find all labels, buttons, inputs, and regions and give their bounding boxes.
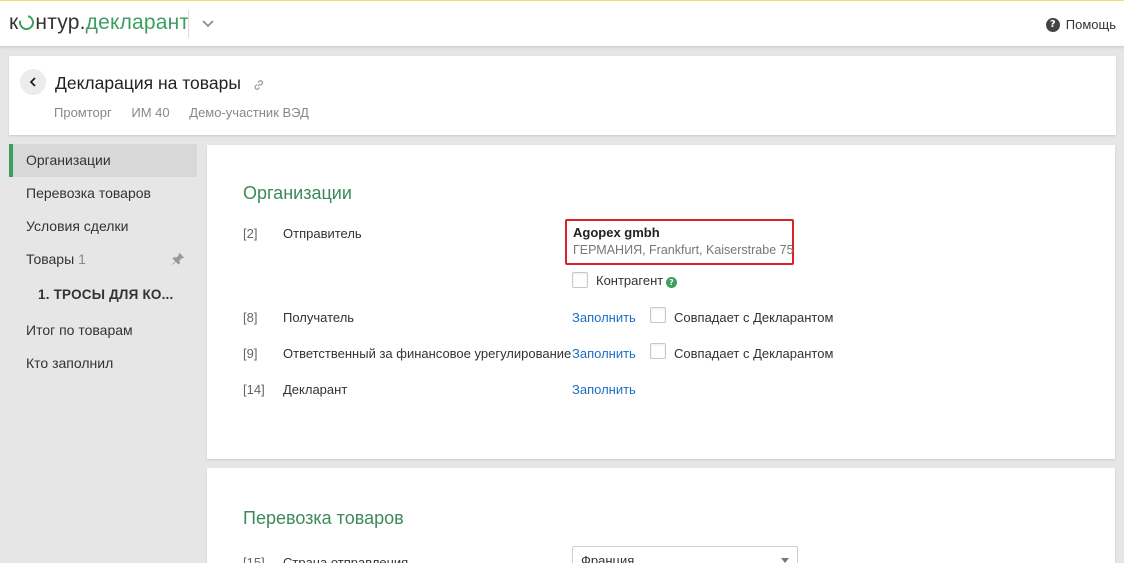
field-label: Декларант <box>283 382 348 397</box>
financial-fill-link[interactable]: Заполнить <box>572 346 636 361</box>
field-number: [14] <box>243 382 265 397</box>
field-number: [2] <box>243 226 258 241</box>
sidebar-item-organizations[interactable]: Организации <box>9 144 197 177</box>
breadcrumb: Промторг ИМ 40 Демо-участник ВЭД <box>54 105 325 120</box>
sender-address: ГЕРМАНИЯ, Frankfurt, Kaiserstrabe 75 <box>573 243 794 257</box>
sidebar-item-good-1[interactable]: 1. ТРОСЫ ДЛЯ КО... <box>9 276 197 314</box>
page-title: Декларация на товары <box>55 73 241 93</box>
sidebar-item-goods-total[interactable]: Итог по товарам <box>9 314 197 347</box>
section-title: Организации <box>243 183 352 203</box>
organizations-section: Организации [2] Отправитель Agopex gmbh … <box>207 145 1115 459</box>
goods-count: 1 <box>78 251 86 267</box>
field-label: Ответственный за финансовое урегулирован… <box>283 346 572 361</box>
financial-same-checkbox[interactable] <box>650 343 666 359</box>
link-icon[interactable] <box>252 78 266 92</box>
logo-divider <box>188 10 189 38</box>
receiver-same-checkbox[interactable] <box>650 307 666 323</box>
field-label: Получатель <box>283 310 355 325</box>
declarant-fill-link[interactable]: Заполнить <box>572 382 636 397</box>
pin-icon[interactable] <box>171 252 185 266</box>
declaration-header: Декларация на товары Промторг ИМ 40 Демо… <box>9 56 1116 135</box>
receiver-same-label: Совпадает с Декларантом <box>674 310 834 325</box>
counterparty-label: Контрагент <box>596 273 664 288</box>
app-logo[interactable]: к нтур.декларант <box>9 11 189 35</box>
question-icon[interactable]: ? <box>666 277 677 288</box>
field-label: Отправитель <box>283 226 362 241</box>
dropdown-arrow-icon <box>781 558 789 563</box>
financial-same-label: Совпадает с Декларантом <box>674 346 834 361</box>
question-icon: ? <box>1045 17 1060 32</box>
breadcrumb-item: Промторг <box>54 105 112 120</box>
section-title: Перевозка товаров <box>243 508 404 528</box>
sender-organization[interactable]: Agopex gmbh ГЕРМАНИЯ, Frankfurt, Kaisers… <box>565 219 794 265</box>
breadcrumb-item: Демо-участник ВЭД <box>189 105 309 120</box>
field-number: [9] <box>243 346 258 361</box>
field-label: Страна отправления <box>283 555 409 563</box>
country-select[interactable]: Франция <box>572 546 798 563</box>
sidebar-item-goods[interactable]: Товары 1 <box>9 243 197 276</box>
chevron-left-icon <box>29 77 36 87</box>
transport-section: Перевозка товаров [15] Страна отправлени… <box>207 468 1115 563</box>
country-value: Франция <box>581 553 635 563</box>
sidebar-item-deal-terms[interactable]: Условия сделки <box>9 210 197 243</box>
sidebar-nav: Организации Перевозка товаров Условия сд… <box>9 144 197 380</box>
receiver-fill-link[interactable]: Заполнить <box>572 310 636 325</box>
help-label: Помощь <box>1065 17 1116 32</box>
sidebar-item-transport[interactable]: Перевозка товаров <box>9 177 197 210</box>
help-link[interactable]: ? Помощь <box>1045 17 1116 32</box>
back-button[interactable] <box>20 69 46 95</box>
top-bar: к нтур.декларант ? Помощь <box>0 0 1124 46</box>
chevron-down-icon[interactable] <box>200 15 216 31</box>
sidebar-item-filled-by[interactable]: Кто заполнил <box>9 347 197 380</box>
sender-name: Agopex gmbh <box>573 225 660 240</box>
breadcrumb-item: ИМ 40 <box>131 105 170 120</box>
counterparty-checkbox[interactable] <box>572 272 588 288</box>
field-number: [15] <box>243 555 265 563</box>
field-number: [8] <box>243 310 258 325</box>
